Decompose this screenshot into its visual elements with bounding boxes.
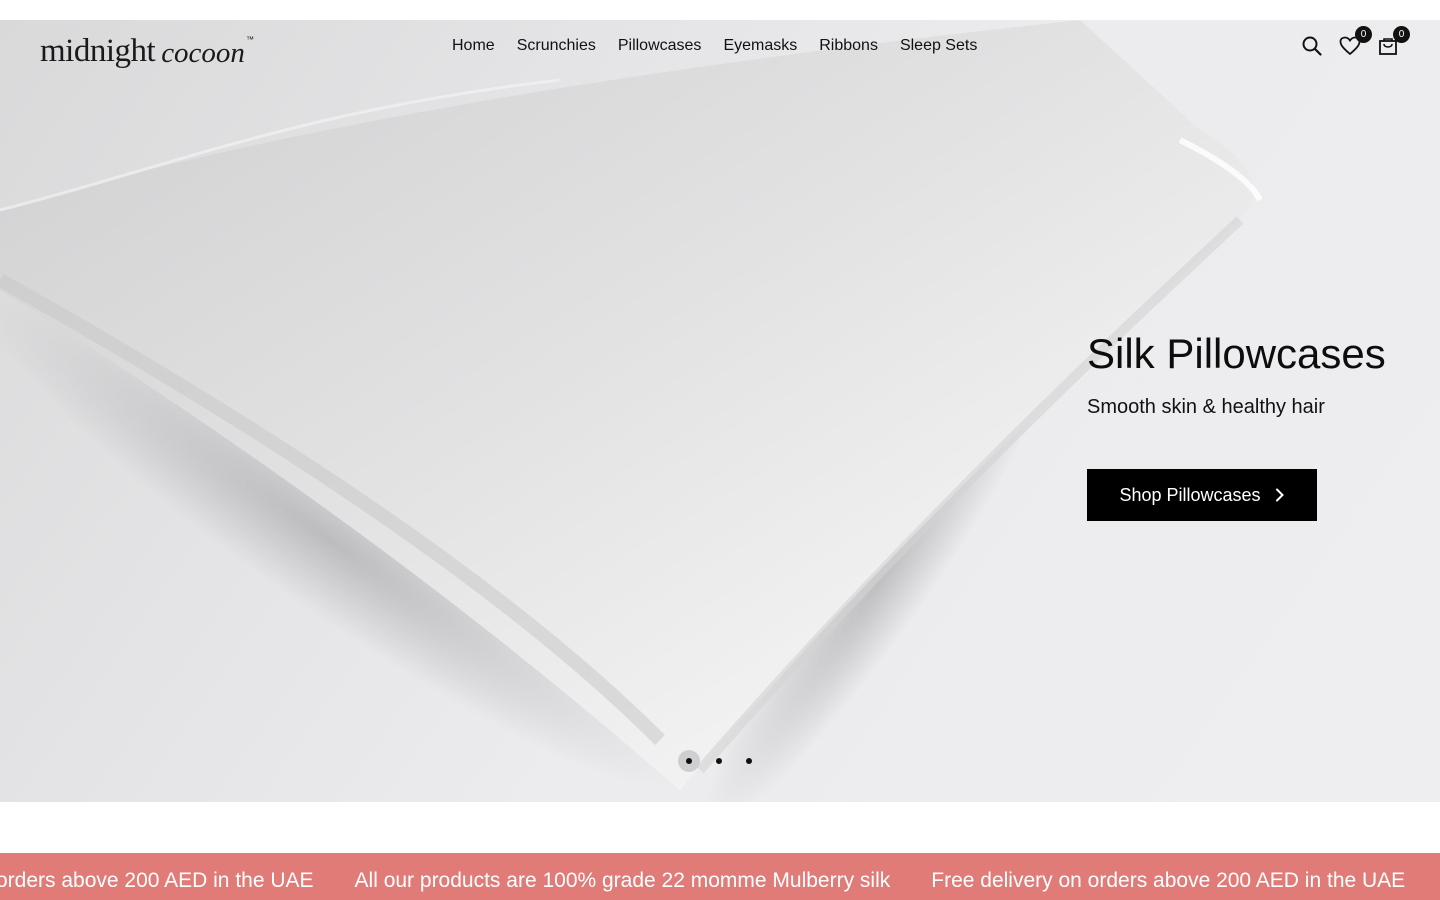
cart-button[interactable]: 0 (1376, 26, 1410, 58)
wishlist-count-badge: 0 (1355, 26, 1372, 43)
chevron-right-icon (1275, 488, 1284, 502)
announcement-message: Free delivery on orders above 200 AED in… (931, 869, 1406, 892)
slider-dots (678, 750, 760, 772)
nav-item-pillowcases[interactable]: Pillowcases (618, 37, 702, 55)
logo-trademark: ™ (245, 35, 254, 44)
brand-logo[interactable]: midnight cocoon ™ (40, 28, 254, 68)
announcement-message: orders above 200 AED in the UAE (0, 869, 314, 892)
slide-dot-3[interactable] (738, 750, 760, 772)
wishlist-button[interactable]: 0 (1338, 26, 1372, 58)
slide-dot-1[interactable] (678, 750, 700, 772)
shop-pillowcases-button[interactable]: Shop Pillowcases (1087, 469, 1317, 521)
logo-text-main: midnight (40, 33, 156, 69)
nav-item-sleep-sets[interactable]: Sleep Sets (900, 37, 977, 55)
logo-text-script: cocoon (161, 37, 245, 69)
top-strip (0, 0, 1440, 20)
nav-item-ribbons[interactable]: Ribbons (819, 37, 878, 55)
nav-item-eyemasks[interactable]: Eyemasks (723, 37, 797, 55)
main-nav: Home Scrunchies Pillowcases Eyemasks Rib… (452, 37, 977, 55)
site-header: midnight cocoon ™ Home Scrunchies Pillow… (0, 20, 1440, 74)
announcement-track: orders above 200 AED in the UAE All our … (0, 869, 1405, 893)
announcement-message: All our products are 100% grade 22 momme… (354, 869, 891, 892)
search-icon (1302, 36, 1322, 56)
cart-count-badge: 0 (1393, 26, 1410, 43)
nav-item-scrunchies[interactable]: Scrunchies (517, 37, 596, 55)
nav-item-home[interactable]: Home (452, 37, 495, 55)
hero-title: Silk Pillowcases (1087, 330, 1386, 377)
hero-content: Silk Pillowcases Smooth skin & healthy h… (1087, 330, 1417, 419)
hero-subtitle: Smooth skin & healthy hair (1087, 396, 1325, 418)
header-icons: 0 0 (1300, 26, 1410, 58)
announcement-bar: orders above 200 AED in the UAE All our … (0, 853, 1440, 900)
cta-label: Shop Pillowcases (1119, 484, 1261, 505)
search-button[interactable] (1300, 34, 1324, 58)
slide-dot-2[interactable] (708, 750, 730, 772)
